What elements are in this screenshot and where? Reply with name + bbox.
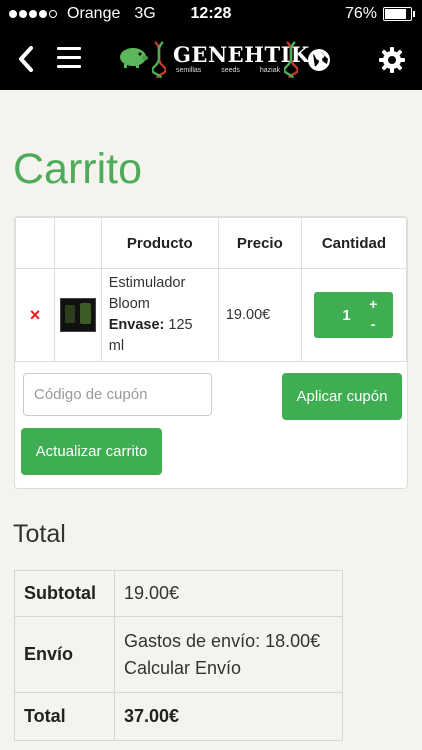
header-remove xyxy=(14,217,56,269)
dna-icon xyxy=(284,41,298,78)
logo-subtitle: semillas seeds haziak xyxy=(176,67,281,74)
totals-table: Subtotal 19.00€ Envío Gastos de envío: 1… xyxy=(14,570,343,741)
subtotal-label: Subtotal xyxy=(14,570,115,617)
shipping-cost: Gastos de envío: 18.00€ xyxy=(124,630,321,651)
quantity-cell: 1 + - xyxy=(300,268,408,362)
product-name-line1[interactable]: Estimulador xyxy=(109,273,211,294)
product-name-line2[interactable]: Bloom xyxy=(109,294,211,315)
product-price: 19.00€ xyxy=(217,268,302,362)
total-value: 37.00€ xyxy=(114,692,343,741)
logo: GENEHTIK semillas seeds haziak xyxy=(118,40,333,82)
chevron-left-icon[interactable] xyxy=(14,44,40,74)
product-variant: Envase: 125 ml xyxy=(109,315,211,357)
remove-item-button[interactable]: × xyxy=(14,268,56,362)
coupon-code-input[interactable] xyxy=(23,373,212,416)
cart-table: Producto Precio Cantidad × Estimulador B… xyxy=(14,217,408,362)
piggy-logo-icon xyxy=(120,48,148,68)
update-cart-button[interactable]: Actualizar carrito xyxy=(21,428,162,475)
quantity-stepper[interactable]: 1 + - xyxy=(314,292,394,338)
shipping-info: Gastos de envío: 18.00€ Calcular Envío xyxy=(114,616,343,693)
product-thumbnail[interactable] xyxy=(59,298,96,332)
gear-icon[interactable] xyxy=(378,46,406,74)
apply-coupon-button[interactable]: Aplicar cupón xyxy=(282,373,402,420)
header-thumbnail xyxy=(54,217,102,269)
subtotal-row: Subtotal 19.00€ xyxy=(14,570,343,617)
header-quantity: Cantidad xyxy=(300,217,408,269)
product-info: Estimulador Bloom Envase: 125 ml xyxy=(100,268,219,362)
nav-bar: GENEHTIK semillas seeds haziak xyxy=(0,30,422,90)
subtotal-value: 19.00€ xyxy=(114,570,343,617)
quantity-increase-button[interactable]: + xyxy=(369,296,377,312)
cart-header-row: Producto Precio Cantidad xyxy=(14,217,408,269)
cart-item-row: × Estimulador Bloom Envase: 125 ml 19.00… xyxy=(14,268,408,362)
total-row: Total 37.00€ xyxy=(14,692,343,741)
header-price: Precio xyxy=(217,217,302,269)
quantity-decrease-button[interactable]: - xyxy=(371,316,376,332)
battery-percent: 76% xyxy=(344,5,377,22)
cart-box: Producto Precio Cantidad × Estimulador B… xyxy=(14,216,408,489)
total-label: Total xyxy=(14,692,115,741)
totals-heading: Total xyxy=(13,520,66,548)
header-product: Producto xyxy=(100,217,219,269)
calculate-shipping-link[interactable]: Calcular Envío xyxy=(124,655,333,682)
battery-icon xyxy=(383,7,415,21)
page-title: Carrito xyxy=(13,145,143,193)
status-right: 76% xyxy=(344,5,415,23)
status-bar: Orange 3G 12:28 76% xyxy=(0,0,422,30)
shipping-row: Envío Gastos de envío: 18.00€ Calcular E… xyxy=(14,616,343,693)
quantity-value[interactable]: 1 xyxy=(342,307,350,324)
hamburger-icon[interactable] xyxy=(57,47,81,71)
dna-icon xyxy=(152,41,166,78)
shipping-label: Envío xyxy=(14,616,115,693)
variant-label: Envase: xyxy=(108,317,165,333)
globe-icon[interactable] xyxy=(307,48,331,72)
product-thumbnail-cell xyxy=(54,268,102,362)
